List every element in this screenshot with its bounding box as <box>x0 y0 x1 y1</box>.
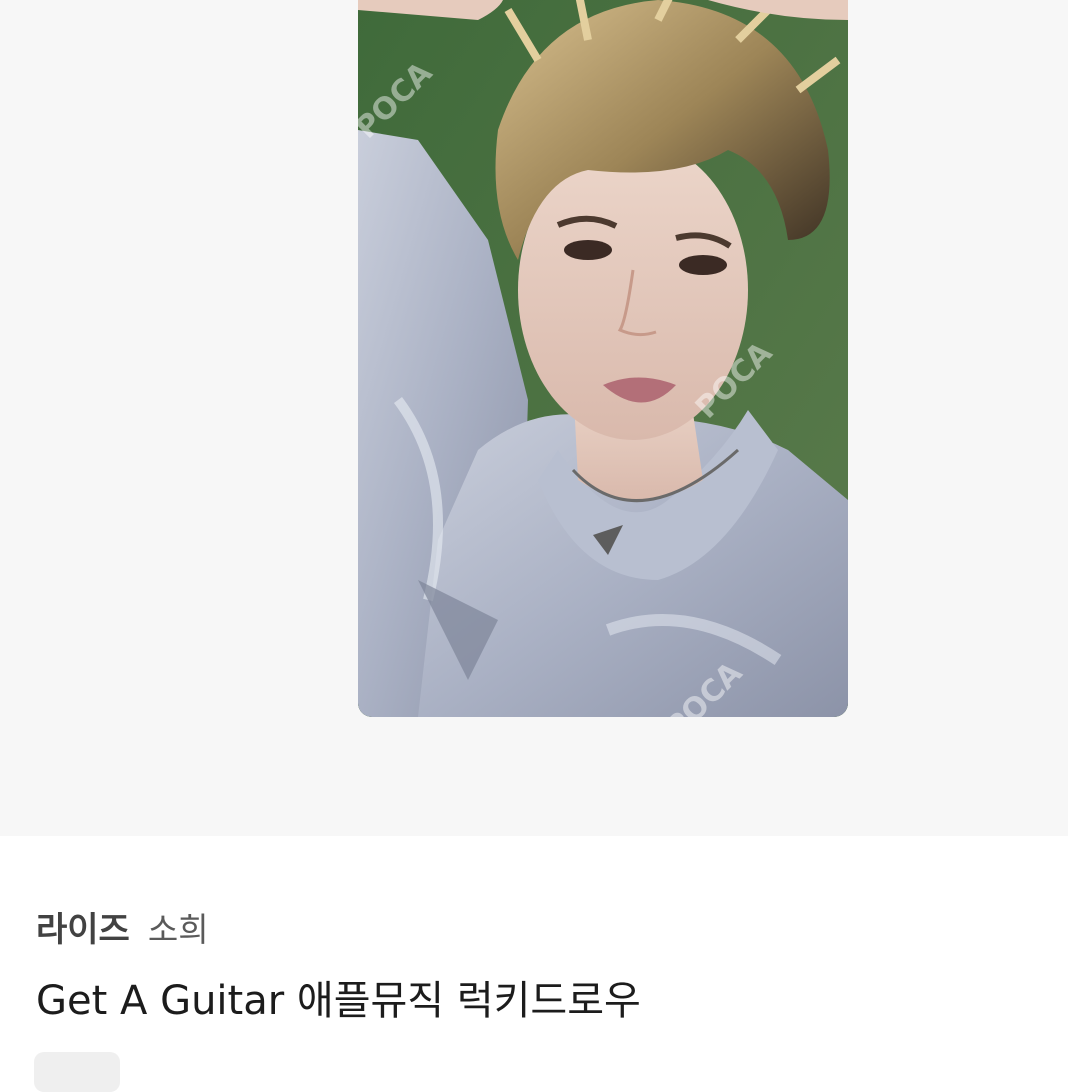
product-title: Get A Guitar 애플뮤직 럭키드로우 <box>36 978 641 1024</box>
photocard-image[interactable]: POCA POCA POCA <box>358 0 848 717</box>
portrait-illustration: POCA POCA POCA <box>358 0 848 717</box>
group-name[interactable]: 라이즈 <box>36 902 130 951</box>
product-info: 라이즈 소희 Get A Guitar 애플뮤직 럭키드로우 <box>0 836 1068 1092</box>
member-name[interactable]: 소희 <box>148 903 209 951</box>
tag-chip[interactable] <box>34 1052 120 1092</box>
product-meta: 라이즈 소희 <box>36 902 209 951</box>
product-image-area[interactable]: POCA POCA POCA <box>0 0 1068 836</box>
